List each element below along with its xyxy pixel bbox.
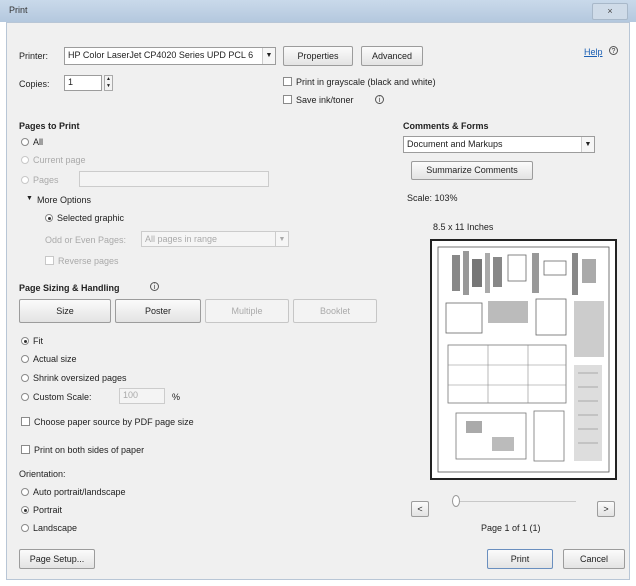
shrink-oversized-radio[interactable] [21, 374, 29, 382]
booklet-tab[interactable]: Booklet [293, 299, 377, 323]
auto-orientation-radio[interactable] [21, 488, 29, 496]
properties-button[interactable]: Properties [283, 46, 353, 66]
chevron-down-icon: ▼ [262, 48, 275, 64]
info-icon[interactable]: i [375, 95, 384, 104]
blueprint-preview-image [437, 246, 610, 473]
portrait-radio[interactable] [21, 506, 29, 514]
printer-label: Printer: [19, 51, 49, 61]
page-size-text: 8.5 x 11 Inches [433, 222, 494, 232]
reverse-pages-checkbox[interactable] [45, 256, 54, 265]
chevron-down-icon[interactable]: ▼ [105, 83, 112, 90]
pages-range-label: Pages [33, 175, 59, 185]
percent-label: % [172, 392, 181, 402]
odd-even-select-value: All pages in range [145, 234, 218, 244]
custom-scale-input[interactable]: 100 [119, 388, 165, 404]
more-options-label[interactable]: More Options [37, 195, 91, 205]
summarize-comments-button[interactable]: Summarize Comments [411, 161, 533, 180]
poster-tab[interactable]: Poster [115, 299, 201, 323]
current-page-label: Current page [33, 155, 86, 165]
page-setup-button[interactable]: Page Setup... [19, 549, 95, 569]
title-bar: Print × [0, 0, 636, 22]
next-page-button[interactable]: > [597, 501, 615, 517]
copies-label: Copies: [19, 79, 50, 89]
chevron-up-icon[interactable]: ▲ [105, 76, 112, 83]
help-link[interactable]: Help [584, 47, 603, 57]
save-ink-label: Save ink/toner [296, 95, 354, 105]
actual-size-radio[interactable] [21, 355, 29, 363]
auto-orientation-label: Auto portrait/landscape [33, 487, 126, 497]
custom-scale-radio[interactable] [21, 393, 29, 401]
help-icon[interactable]: ? [609, 46, 618, 55]
all-pages-radio[interactable] [21, 138, 29, 146]
actual-size-label: Actual size [33, 354, 77, 364]
fit-radio[interactable] [21, 337, 29, 345]
slider-thumb[interactable] [452, 495, 460, 507]
advanced-button[interactable]: Advanced [361, 46, 423, 66]
odd-even-select[interactable]: All pages in range ▼ [141, 231, 289, 247]
print-dialog: Printer: HP Color LaserJet CP4020 Series… [6, 22, 630, 580]
paper-source-label: Choose paper source by PDF page size [34, 417, 194, 427]
custom-scale-label: Custom Scale: [33, 392, 92, 402]
all-pages-label: All [33, 137, 44, 147]
page-counter: Page 1 of 1 (1) [481, 523, 541, 533]
landscape-label: Landscape [33, 523, 78, 533]
comments-forms-heading: Comments & Forms [403, 121, 489, 131]
orientation-heading: Orientation: [19, 469, 66, 479]
pages-to-print-heading: Pages to Print [19, 121, 80, 131]
copies-input[interactable]: 1 [64, 75, 102, 91]
window-title: Print [9, 5, 28, 15]
shrink-oversized-label: Shrink oversized pages [33, 373, 127, 383]
fit-label: Fit [33, 336, 43, 346]
comments-forms-select[interactable]: Document and Markups ▼ [403, 136, 595, 153]
cancel-button[interactable]: Cancel [563, 549, 625, 569]
close-button[interactable]: × [592, 3, 628, 20]
current-page-radio[interactable] [21, 156, 29, 164]
landscape-radio[interactable] [21, 524, 29, 532]
triangle-down-icon[interactable]: ▼ [26, 195, 33, 202]
odd-even-label: Odd or Even Pages: [45, 235, 127, 245]
page-slider[interactable] [452, 495, 576, 507]
pages-range-input[interactable] [79, 171, 269, 187]
chevron-down-icon: ▼ [275, 232, 288, 246]
grayscale-label: Print in grayscale (black and white) [296, 77, 436, 87]
paper-source-checkbox[interactable] [21, 417, 30, 426]
scale-text: Scale: 103% [407, 193, 458, 203]
print-preview [430, 239, 617, 480]
comments-forms-select-value: Document and Markups [407, 139, 503, 149]
grayscale-checkbox[interactable] [283, 77, 292, 86]
portrait-label: Portrait [33, 505, 63, 515]
selected-graphic-label: Selected graphic [57, 213, 125, 223]
save-ink-checkbox[interactable] [283, 95, 292, 104]
chevron-down-icon: ▼ [581, 137, 594, 152]
info-icon[interactable]: i [150, 282, 159, 291]
print-button[interactable]: Print [487, 549, 553, 569]
duplex-label: Print on both sides of paper [34, 445, 145, 455]
duplex-checkbox[interactable] [21, 445, 30, 454]
previous-page-button[interactable]: < [411, 501, 429, 517]
page-sizing-heading: Page Sizing & Handling [19, 283, 120, 293]
slider-track [452, 501, 576, 502]
copies-stepper[interactable]: ▲ ▼ [104, 75, 113, 91]
size-tab[interactable]: Size [19, 299, 111, 323]
selected-graphic-radio[interactable] [45, 214, 53, 222]
reverse-pages-label: Reverse pages [58, 256, 119, 266]
printer-select-value: HP Color LaserJet CP4020 Series UPD PCL … [68, 50, 254, 60]
multiple-tab[interactable]: Multiple [205, 299, 289, 323]
printer-select[interactable]: HP Color LaserJet CP4020 Series UPD PCL … [64, 47, 276, 65]
pages-range-radio[interactable] [21, 176, 29, 184]
